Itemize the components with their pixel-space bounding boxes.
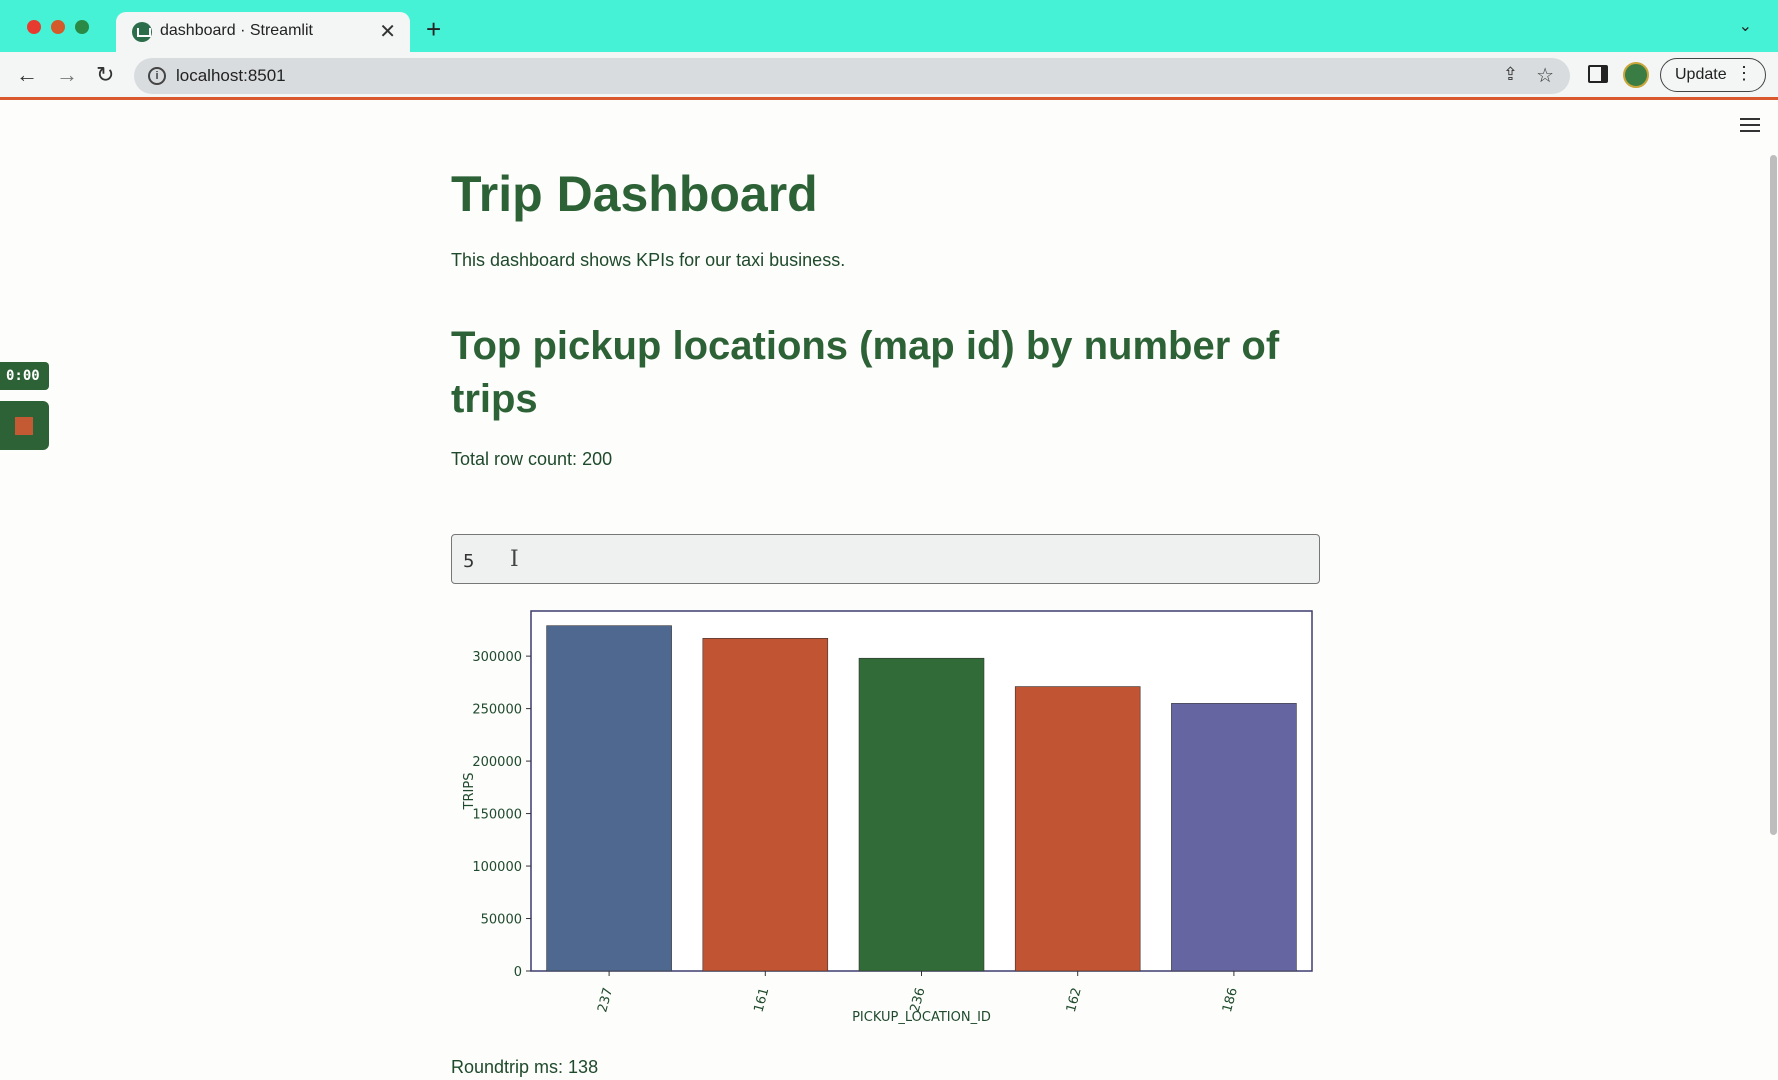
bookmark-star-icon[interactable]: ☆ xyxy=(1536,63,1554,88)
stop-icon xyxy=(15,417,33,435)
update-button[interactable]: Update ⋮ xyxy=(1660,58,1766,92)
x-tick-label-162: 162 xyxy=(1064,986,1085,1014)
reload-icon[interactable]: ↻ xyxy=(96,62,114,88)
recording-timer: 0:00 xyxy=(0,362,49,390)
hamburger-menu-icon[interactable] xyxy=(1740,118,1760,136)
x-tick-label-237: 237 xyxy=(595,986,616,1014)
trips-bar-chart: 237 161 236 162 1860500001000001500002000002… xyxy=(462,610,1313,1025)
roundtrip-text: Roundtrip ms: 138 xyxy=(451,1057,599,1077)
scrollbar[interactable] xyxy=(1770,155,1777,835)
y-tick-label: 0 xyxy=(514,965,522,980)
forward-arrow-icon[interactable]: → xyxy=(56,62,78,88)
bar-161 xyxy=(702,637,829,972)
bar-237 xyxy=(546,625,672,972)
side-panel-icon[interactable] xyxy=(1588,65,1608,83)
address-bar[interactable]: i localhost:8501 ⇪ ☆ xyxy=(134,58,1570,94)
bar-236 xyxy=(858,657,985,972)
window-close-button[interactable] xyxy=(27,20,41,34)
more-menu-icon[interactable]: ⋮ xyxy=(1735,63,1753,84)
y-tick-label: 150000 xyxy=(472,808,522,823)
tab-close-icon[interactable]: ✕ xyxy=(379,19,396,44)
browser-tab-bar: dashboard · Streamlit ✕ + ⌄ xyxy=(0,0,1778,52)
share-icon[interactable]: ⇪ xyxy=(1503,64,1518,85)
y-tick-label: 100000 xyxy=(472,860,522,875)
y-tick-label: 250000 xyxy=(472,703,522,718)
streamlit-favicon-icon xyxy=(132,22,152,42)
y-tick-label: 50000 xyxy=(481,913,522,928)
browser-toolbar: ← → ↻ i localhost:8501 ⇪ ☆ Update ⋮ xyxy=(0,52,1778,100)
y-tick-label: 200000 xyxy=(472,755,522,770)
profile-avatar[interactable] xyxy=(1623,62,1649,88)
bar-162 xyxy=(1014,686,1141,972)
back-arrow-icon[interactable]: ← xyxy=(16,62,38,88)
browser-tab[interactable]: dashboard · Streamlit ✕ xyxy=(116,12,410,52)
url-text[interactable]: localhost:8501 xyxy=(176,66,286,86)
page-title: Trip Dashboard xyxy=(451,166,818,222)
tab-title: dashboard · Streamlit xyxy=(160,22,313,39)
tab-search-chevron-icon[interactable]: ⌄ xyxy=(1739,16,1752,36)
x-tick-label-161: 161 xyxy=(751,986,772,1014)
page-subtitle: This dashboard shows KPIs for our taxi b… xyxy=(451,250,846,270)
window-maximize-button[interactable] xyxy=(75,20,89,34)
site-info-icon[interactable]: i xyxy=(148,67,166,85)
text-cursor-icon: I xyxy=(510,547,519,572)
top-n-input[interactable]: 5 I xyxy=(451,534,1320,584)
bar-186 xyxy=(1171,703,1297,972)
y-axis-label: TRIPS xyxy=(462,773,477,811)
top-n-input-value: 5 xyxy=(463,551,475,572)
x-tick-label-186: 186 xyxy=(1220,986,1241,1014)
x-axis-label: PICKUP_LOCATION_ID xyxy=(852,1010,991,1025)
update-button-label: Update xyxy=(1675,66,1727,83)
stop-recording-button[interactable] xyxy=(0,401,49,450)
row-count-text: Total row count: 200 xyxy=(451,449,613,469)
window-minimize-button[interactable] xyxy=(51,20,65,34)
y-tick-label: 300000 xyxy=(472,650,522,665)
new-tab-button[interactable]: + xyxy=(426,14,441,45)
section-title: Top pickup locations (map id) by number … xyxy=(451,324,1280,421)
